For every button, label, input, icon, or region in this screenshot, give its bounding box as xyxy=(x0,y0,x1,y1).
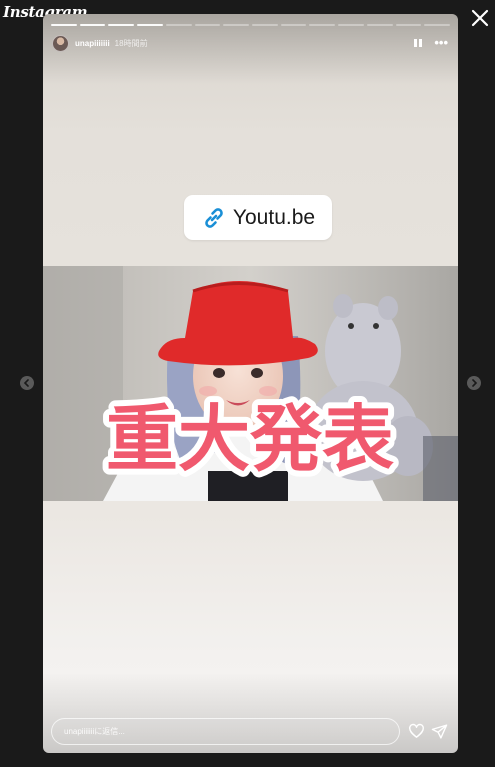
progress-segment xyxy=(194,24,221,26)
story-viewer[interactable]: unapiiiiiii 18時間前 ••• Youtu.be 重大発表 unap… xyxy=(43,14,458,753)
story-progress-bar xyxy=(51,24,451,26)
progress-segment xyxy=(424,24,451,26)
progress-segment xyxy=(165,24,192,26)
progress-segment xyxy=(223,24,250,26)
progress-segment xyxy=(366,24,393,26)
reply-placeholder: unapiiiiiiiに返信... xyxy=(64,727,125,736)
heart-icon xyxy=(409,723,424,738)
progress-segment xyxy=(338,24,364,26)
progress-segment xyxy=(79,24,106,26)
story-header: unapiiiiiii 18時間前 ••• xyxy=(52,33,448,53)
close-icon xyxy=(471,9,489,27)
progress-segment xyxy=(395,24,422,26)
avatar[interactable] xyxy=(52,34,69,52)
link-sticker[interactable]: Youtu.be xyxy=(184,195,332,240)
photo-illustration: 重大発表 xyxy=(43,266,458,501)
timestamp: 18時間前 xyxy=(114,38,148,48)
like-button[interactable] xyxy=(408,723,425,740)
close-button[interactable] xyxy=(469,7,491,29)
send-icon xyxy=(431,724,448,739)
share-button[interactable] xyxy=(431,723,448,740)
chevron-left-icon xyxy=(23,379,29,387)
progress-segment xyxy=(137,24,163,26)
announcement-text: 重大発表 xyxy=(106,397,394,481)
link-icon xyxy=(205,207,223,228)
more-options-button[interactable]: ••• xyxy=(434,36,448,49)
progress-segment xyxy=(51,24,77,26)
progress-segment xyxy=(280,24,307,26)
progress-segment xyxy=(252,24,278,26)
pause-icon[interactable] xyxy=(412,37,424,49)
reply-input[interactable]: unapiiiiiiiに返信... xyxy=(51,718,400,745)
chevron-right-icon xyxy=(472,379,478,387)
story-photo: 重大発表 xyxy=(43,266,458,501)
link-sticker-label: Youtu.be xyxy=(232,205,316,229)
next-story-button[interactable] xyxy=(467,376,481,390)
previous-story-button[interactable] xyxy=(20,376,34,390)
username[interactable]: unapiiiiiii xyxy=(75,39,110,48)
progress-segment xyxy=(309,24,336,26)
progress-segment xyxy=(108,24,135,26)
